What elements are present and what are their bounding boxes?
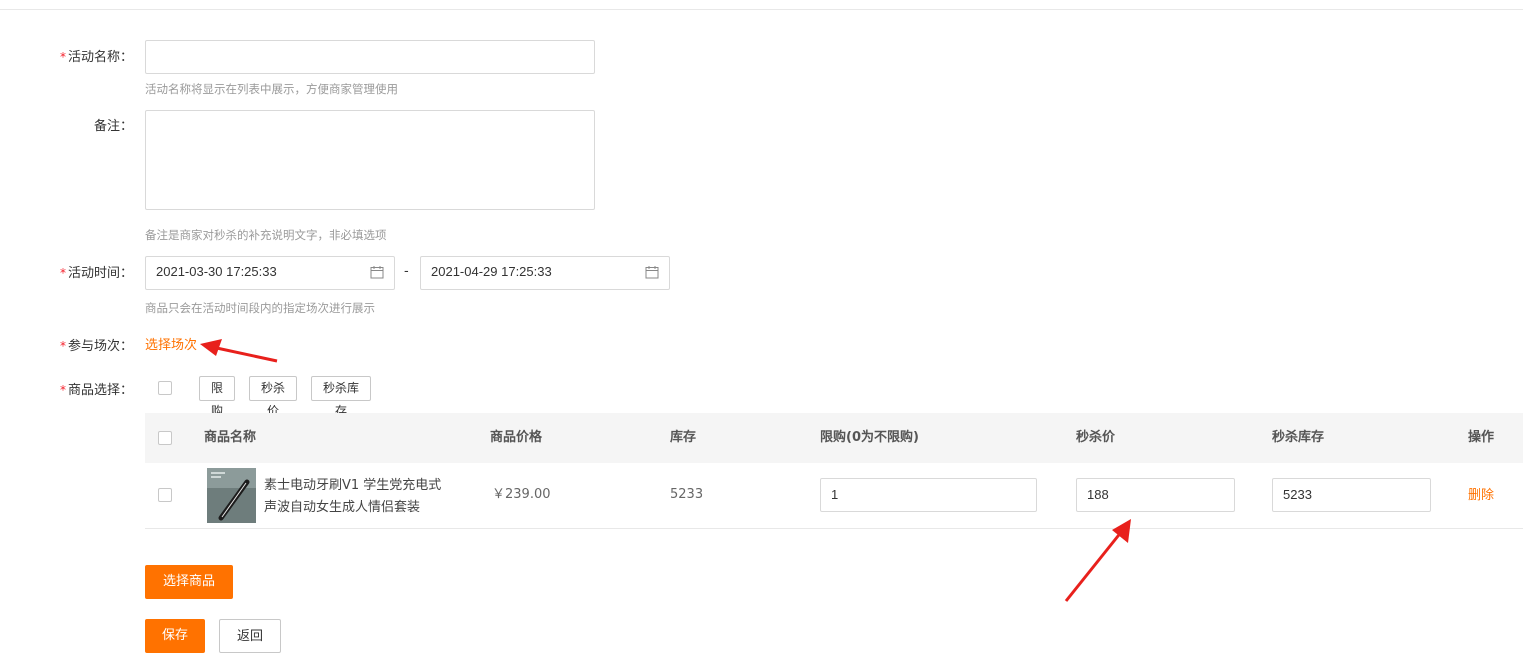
arrow-to-seckill-price-icon [1064,519,1131,602]
arrow-to-session-icon [200,339,278,363]
annotation-arrows [200,339,1131,602]
